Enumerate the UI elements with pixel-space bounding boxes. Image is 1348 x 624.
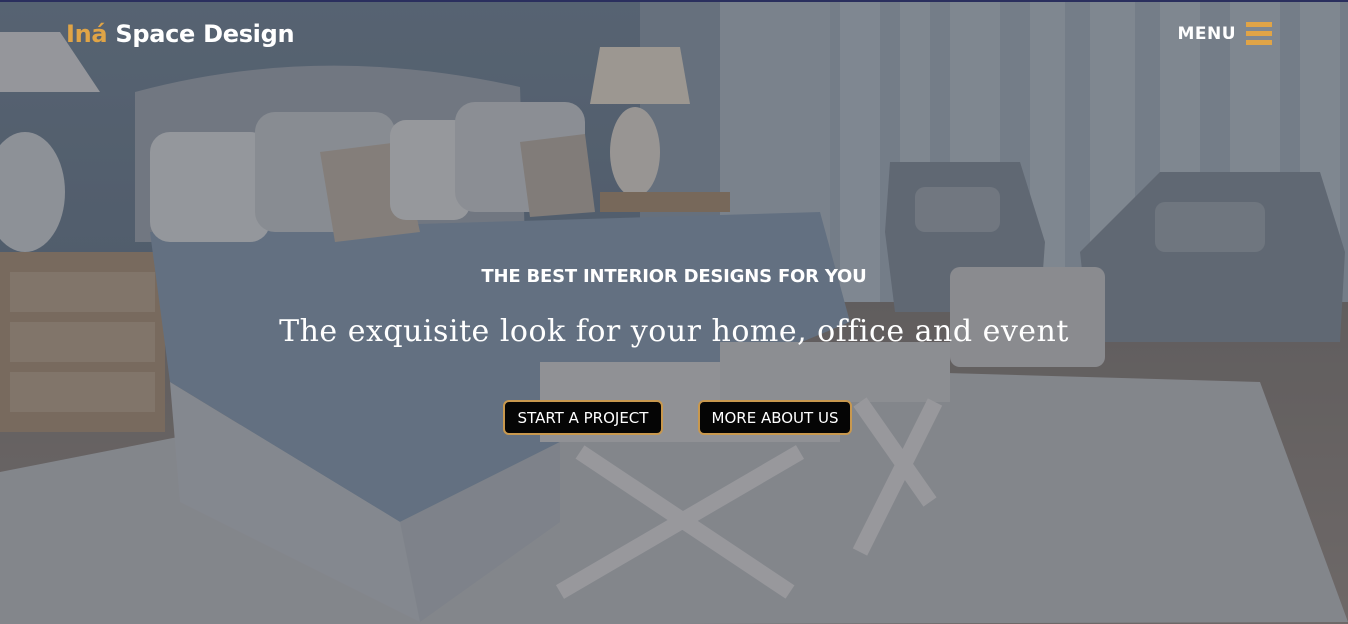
hamburger-icon[interactable] <box>1246 22 1272 45</box>
hero-kicker: THE BEST INTERIOR DESIGNS FOR YOU <box>481 266 867 287</box>
menu-toggle[interactable]: MENU <box>1177 22 1272 45</box>
hero-section: Iná Space Design MENU THE BEST INTERIOR … <box>0 0 1348 624</box>
brand-name: Space Design <box>115 20 295 48</box>
brand-logo[interactable]: Iná Space Design <box>66 20 295 48</box>
menu-label: MENU <box>1177 23 1236 44</box>
dark-overlay <box>0 2 1348 624</box>
brand-accent-word: Iná <box>66 20 108 48</box>
start-project-button[interactable]: START A PROJECT <box>503 400 663 435</box>
more-about-us-button[interactable]: MORE ABOUT US <box>698 400 852 435</box>
hero-headline: The exquisite look for your home, office… <box>279 314 1069 349</box>
